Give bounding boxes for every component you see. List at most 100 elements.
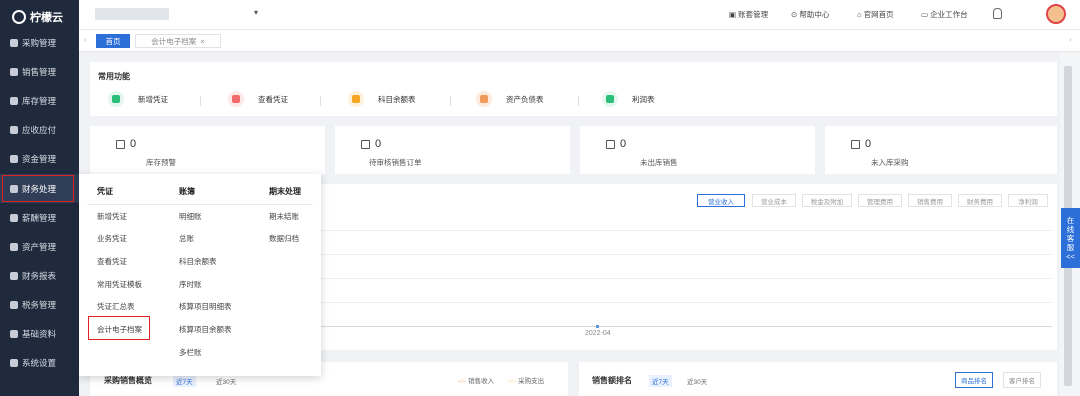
menu-item-data-archive[interactable]: 数据归档 — [269, 233, 299, 244]
divider — [87, 204, 313, 205]
enterprise-workbench-link[interactable]: ▭ 企业工作台 — [921, 9, 968, 20]
sidebar-item-sales[interactable]: 销售管理 — [0, 57, 79, 86]
income-statement-icon — [602, 91, 618, 107]
stat-card-unshipped-sales[interactable]: 0 未出库销售 — [580, 126, 815, 174]
tab-electronic-archive[interactable]: 会计电子档案 × — [135, 34, 221, 48]
view-voucher-icon — [228, 91, 244, 107]
legend-purchase-expense[interactable]: -○- 采购支出 — [508, 375, 544, 385]
sidebar-item-finance[interactable]: 财务处理 — [0, 174, 79, 203]
company-selector[interactable] — [95, 8, 169, 20]
quick-functions-card: 常用功能 新增凭证 查看凭证 科目余额表 资产负债表 利润表 — [90, 62, 1057, 116]
payroll-icon — [10, 213, 18, 222]
settings-icon — [10, 358, 18, 367]
bell-icon[interactable] — [993, 8, 1002, 19]
chevron-right-icon[interactable]: › — [1069, 35, 1072, 44]
range-7d-button[interactable]: 近7天 — [173, 375, 196, 387]
unreceived-purchases-icon — [851, 139, 860, 149]
stat-card-pending-sales-orders[interactable]: 0 待审核销售订单 — [335, 126, 570, 174]
sidebar-item-tax[interactable]: 税务管理 — [0, 290, 79, 319]
menu-item-general-ledger[interactable]: 总账 — [179, 233, 194, 244]
close-icon[interactable]: × — [200, 37, 204, 46]
menu-item-voucher-templates[interactable]: 常用凭证模板 — [97, 279, 142, 290]
chevron-down-icon[interactable]: ▾ — [254, 8, 258, 17]
product-ranking-button[interactable]: 商品排名 — [955, 372, 993, 388]
basic-data-icon — [10, 329, 18, 338]
data-point — [596, 325, 599, 328]
menu-item-view-voucher[interactable]: 查看凭证 — [97, 256, 127, 267]
funds-icon — [10, 154, 18, 163]
stat-value: 0 — [620, 138, 627, 150]
help-center-link[interactable]: ⊙ 帮助中心 — [791, 9, 829, 20]
purchase-icon — [10, 38, 18, 47]
official-home-link[interactable]: ⌂ 官网首页 — [857, 9, 894, 20]
highlight-box — [88, 316, 150, 340]
assets-icon — [10, 242, 18, 251]
tab-bar: ‹ 首页 会计电子档案 × › — [79, 30, 1080, 52]
chart-tab-finance-expense[interactable]: 财务费用 — [958, 194, 1002, 207]
pending-orders-icon — [361, 139, 370, 149]
quick-account-balance[interactable]: 科目余额表 — [348, 91, 416, 107]
sales-ranking-title: 销售额排名 — [592, 376, 632, 385]
range-30d-button[interactable]: 近30天 — [213, 375, 239, 387]
divider — [320, 96, 321, 106]
menu-item-voucher-summary[interactable]: 凭证汇总表 — [97, 301, 135, 312]
sidebar-item-funds[interactable]: 资金管理 — [0, 144, 79, 173]
tax-icon — [10, 300, 18, 309]
stat-label: 未入库采购 — [871, 158, 909, 167]
menu-item-item-detail[interactable]: 核算项目明细表 — [179, 301, 232, 312]
menu-header-voucher: 凭证 — [97, 187, 113, 196]
sidebar-item-assets[interactable]: 资产管理 — [0, 232, 79, 261]
menu-item-business-voucher[interactable]: 业务凭证 — [97, 233, 127, 244]
quick-income-statement[interactable]: 利润表 — [602, 91, 655, 107]
menu-header-period-end: 期末处理 — [269, 187, 301, 196]
range-30d-button[interactable]: 近30天 — [684, 375, 710, 387]
balance-sheet-icon — [476, 91, 492, 107]
stat-card-unreceived-purchases[interactable]: 0 未入库采购 — [825, 126, 1057, 174]
sidebar-item-settings[interactable]: 系统设置 — [0, 348, 79, 377]
chevron-left-icon[interactable]: ‹ — [84, 35, 87, 44]
legend-sales-income[interactable]: -○- 销售收入 — [458, 375, 494, 385]
quick-balance-sheet[interactable]: 资产负债表 — [476, 91, 544, 107]
range-7d-button[interactable]: 近7天 — [649, 375, 672, 387]
chart-tab-tax-surcharge[interactable]: 税金及附加 — [802, 194, 852, 207]
customer-ranking-button[interactable]: 客户排名 — [1003, 372, 1041, 388]
avatar[interactable] — [1046, 4, 1066, 24]
sidebar-item-receivables[interactable]: 应收应付 — [0, 115, 79, 144]
menu-item-item-balance[interactable]: 核算项目余额表 — [179, 324, 232, 335]
sidebar-item-purchase[interactable]: 采购管理 — [0, 28, 79, 57]
chart-tab-revenue[interactable]: 营业收入 — [697, 194, 745, 207]
menu-item-account-balance[interactable]: 科目余额表 — [179, 256, 217, 267]
receivables-icon — [10, 125, 18, 134]
account-set-link[interactable]: ▣ 账套管理 — [729, 9, 768, 20]
account-balance-icon — [348, 91, 364, 107]
quick-functions-title: 常用功能 — [98, 72, 130, 81]
menu-item-period-close[interactable]: 期末结账 — [269, 211, 299, 222]
sidebar-item-basic-data[interactable]: 基础资料 — [0, 319, 79, 348]
sidebar-item-reports[interactable]: 财务报表 — [0, 261, 79, 290]
stat-card-inventory-warning[interactable]: 0 库存预警 — [90, 126, 325, 174]
sidebar-item-inventory[interactable]: 库存管理 — [0, 86, 79, 115]
menu-item-multi-column[interactable]: 多栏账 — [179, 347, 202, 358]
purchase-sales-title: 采购销售概览 — [104, 376, 152, 385]
menu-item-new-voucher[interactable]: 新增凭证 — [97, 211, 127, 222]
stat-label: 库存预警 — [146, 158, 176, 167]
divider — [450, 96, 451, 106]
chart-tab-cost[interactable]: 营业成本 — [752, 194, 796, 207]
quick-view-voucher[interactable]: 查看凭证 — [228, 91, 288, 107]
quick-new-voucher[interactable]: 新增凭证 — [108, 91, 168, 107]
finance-dropdown-menu: 凭证 账簿 期末处理 新增凭证 业务凭证 查看凭证 常用凭证模板 凭证汇总表 会… — [79, 174, 321, 376]
chart-tab-admin-expense[interactable]: 管理费用 — [858, 194, 902, 207]
stat-value: 0 — [130, 138, 137, 150]
tab-home[interactable]: 首页 — [96, 34, 130, 48]
menu-item-detail-ledger[interactable]: 明细账 — [179, 211, 202, 222]
top-bar: ▾ ▣ 账套管理 ⊙ 帮助中心 ⌂ 官网首页 ▭ 企业工作台 — [79, 0, 1080, 30]
sidebar-item-payroll[interactable]: 薪酬管理 — [0, 203, 79, 232]
menu-item-journal[interactable]: 序时账 — [179, 279, 202, 290]
sales-ranking-card: 销售额排名 近7天 近30天 商品排名 客户排名 — [579, 362, 1057, 396]
chart-tab-net-profit[interactable]: 净利润 — [1008, 194, 1048, 207]
divider — [200, 96, 201, 106]
chart-tab-sales-expense[interactable]: 销售费用 — [908, 194, 952, 207]
legend-marker-icon: -○- — [508, 378, 517, 385]
online-service-button[interactable]: 在 线 客 服 << — [1061, 208, 1080, 268]
legend-marker-icon: -○- — [458, 378, 467, 385]
